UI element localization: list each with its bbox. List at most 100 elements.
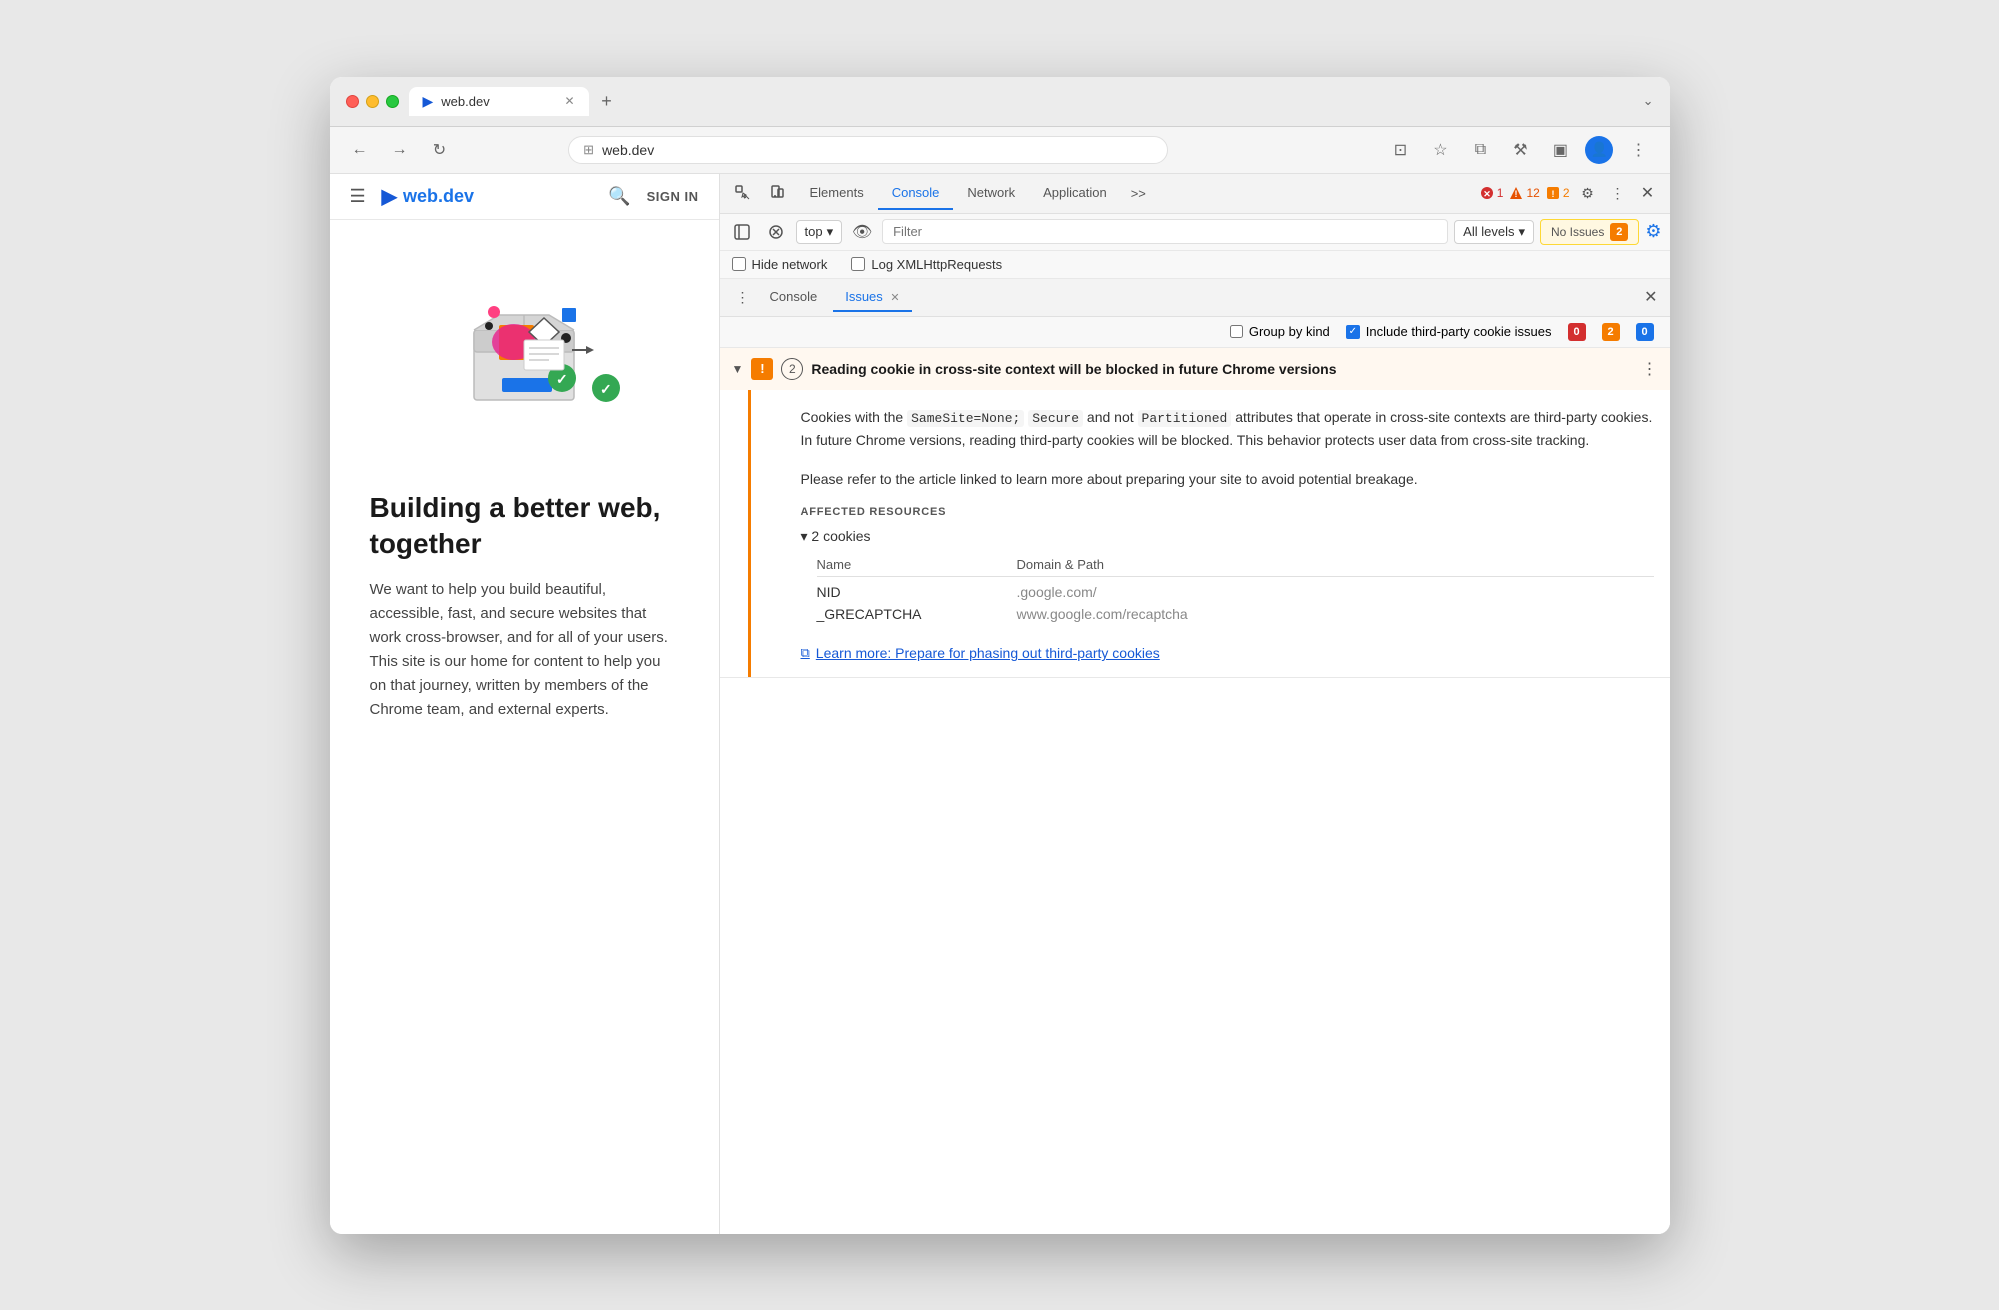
cookie-row-grecaptcha: _GRECAPTCHA www.google.com/recaptcha (817, 603, 1654, 625)
url-text: web.dev (602, 142, 654, 158)
code-partitioned: Partitioned (1138, 410, 1232, 427)
tab-bar: ▶ web.dev ✕ + (409, 87, 1633, 116)
drawer-options-icon[interactable]: ⋮ (732, 285, 754, 310)
log-levels-dropdown[interactable]: All levels ▾ (1454, 220, 1534, 244)
cookies-table: Name Domain & Path NID .google.com/ _GRE… (817, 553, 1654, 625)
url-bar[interactable]: ⊞ web.dev (568, 136, 1168, 164)
devtools-tabs: Elements Console Network Application >> (796, 177, 1476, 210)
more-tabs-button[interactable]: >> (1121, 178, 1156, 209)
sidebar-toggle-button[interactable] (728, 218, 756, 246)
forward-button[interactable]: → (386, 136, 414, 164)
extensions-icon[interactable]: ⧉ (1465, 135, 1495, 165)
back-button[interactable]: ← (346, 136, 374, 164)
group-by-kind-group: Group by kind (1230, 324, 1330, 339)
hamburger-menu-icon[interactable]: ☰ (350, 186, 366, 207)
close-drawer-icon[interactable]: ✕ (1644, 287, 1657, 307)
devtools-panel: Elements Console Network Application >> (720, 174, 1670, 1234)
refresh-button[interactable]: ↻ (426, 136, 454, 164)
hide-network-label[interactable]: Hide network (732, 257, 828, 272)
learn-more-link[interactable]: ⧉ Learn more: Prepare for phasing out th… (801, 645, 1654, 661)
col-name-header: Name (817, 557, 1017, 572)
sign-in-button[interactable]: SIGN IN (647, 189, 699, 204)
expand-arrow-icon[interactable]: ▼ (732, 362, 744, 376)
issues-tab-close-icon[interactable]: ✕ (890, 292, 899, 304)
clear-console-button[interactable] (762, 218, 790, 246)
hide-network-checkbox[interactable] (732, 257, 746, 271)
issue-more-options-icon[interactable]: ⋮ (1642, 359, 1658, 379)
active-tab[interactable]: ▶ web.dev ✕ (409, 87, 589, 116)
profile-avatar[interactable]: 👤 (1585, 136, 1613, 164)
log-levels-label: All levels (1463, 224, 1514, 239)
cookie-name-nid: NID (817, 584, 1017, 600)
site-logo: ▶ web.dev (382, 184, 474, 209)
maximize-button[interactable] (386, 95, 399, 108)
devtools-more-icon[interactable]: ⋮ (1604, 179, 1632, 207)
third-party-label: Include third-party cookie issues (1366, 324, 1552, 339)
issue-title: Reading cookie in cross-site context wil… (811, 361, 1633, 377)
third-party-checkbox[interactable]: ✓ (1346, 325, 1360, 339)
sidebar-toggle-icon[interactable]: ▣ (1545, 135, 1575, 165)
filter-input[interactable] (882, 219, 1448, 244)
no-issues-button[interactable]: No Issues 2 (1540, 219, 1639, 245)
issue-item: ▼ ! 2 Reading cookie in cross-site conte… (720, 348, 1670, 679)
cookies-toggle[interactable]: ▾ 2 cookies (801, 528, 1654, 545)
error-icon: ✕ (1480, 186, 1494, 200)
devtools-close-icon[interactable]: ✕ (1634, 179, 1662, 207)
devtools-main-toolbar: Elements Console Network Application >> (720, 174, 1670, 214)
svg-text:!: ! (1515, 189, 1518, 199)
svg-text:✕: ✕ (1483, 189, 1491, 199)
browser-window: ▶ web.dev ✕ + ⌄ ← → ↻ ⊞ web.dev ⊡ ☆ ⧉ ⚒ … (330, 77, 1670, 1234)
log-levels-arrow: ▾ (1518, 224, 1525, 240)
issues-tab-bar: ⋮ Console Issues ✕ ✕ (720, 279, 1670, 317)
device-toolbar-icon[interactable] (762, 178, 792, 208)
hide-network-row: Hide network Log XMLHttpRequests (720, 251, 1670, 279)
tab-application[interactable]: Application (1029, 177, 1121, 210)
tab-console[interactable]: Console (878, 177, 954, 210)
issue-count-badge: 2 (781, 358, 803, 380)
close-button[interactable] (346, 95, 359, 108)
window-controls-icon[interactable]: ⌄ (1643, 93, 1654, 109)
col-domain-header: Domain & Path (1017, 557, 1654, 572)
issues-content: ▼ ! 2 Reading cookie in cross-site conte… (720, 348, 1670, 1234)
context-dropdown[interactable]: top ▾ (796, 220, 843, 244)
hero-illustration-container: ✓ ✓ (330, 220, 719, 440)
issue-header[interactable]: ▼ ! 2 Reading cookie in cross-site conte… (720, 348, 1670, 390)
tab-elements[interactable]: Elements (796, 177, 878, 210)
website-hero: Building a better web, together We want … (330, 440, 719, 753)
group-by-kind-checkbox[interactable] (1230, 325, 1243, 338)
devtools-settings-icon[interactable]: ⚙ (1574, 179, 1602, 207)
context-value: top (805, 224, 823, 239)
traffic-lights (346, 95, 399, 108)
inspect-element-icon[interactable] (728, 178, 758, 208)
site-logo-text: web.dev (403, 186, 474, 207)
bookmark-icon[interactable]: ☆ (1425, 135, 1455, 165)
console-settings-icon[interactable]: ⚙ (1645, 221, 1661, 242)
drawer-issues-tab[interactable]: Issues ✕ (833, 283, 911, 312)
log-xmlhttp-label[interactable]: Log XMLHttpRequests (851, 257, 1002, 272)
code-secure: Secure (1028, 410, 1083, 427)
main-content: ☰ ▶ web.dev 🔍 SIGN IN (330, 174, 1670, 1234)
site-search-icon[interactable]: 🔍 (608, 186, 630, 207)
code-samesite: SameSite=None; (907, 410, 1024, 427)
error-badge: ✕ 1 (1480, 186, 1504, 200)
minimize-button[interactable] (366, 95, 379, 108)
drawer-console-tab[interactable]: Console (758, 283, 830, 312)
log-xmlhttp-checkbox[interactable] (851, 257, 865, 271)
issue-description-2: Please refer to the article linked to le… (801, 468, 1654, 490)
devtools-action-icons: ⚙ ⋮ ✕ (1574, 179, 1662, 207)
cast-icon[interactable]: ⊡ (1385, 135, 1415, 165)
cookies-table-header: Name Domain & Path (817, 553, 1654, 577)
cookie-row-nid: NID .google.com/ (817, 581, 1654, 603)
issue-body: Cookies with the SameSite=None; Secure a… (748, 390, 1670, 678)
affected-resources-label: AFFECTED RESOURCES (801, 506, 1654, 518)
tab-network[interactable]: Network (953, 177, 1029, 210)
devtools-icon[interactable]: ⚒ (1505, 135, 1535, 165)
issues-count-badge: 2 (1610, 223, 1628, 241)
cookie-domain-nid: .google.com/ (1017, 584, 1654, 600)
live-expressions-icon[interactable]: 👁 (848, 218, 876, 246)
status-badges: ✕ 1 ! 12 ! 2 (1480, 186, 1570, 200)
no-issues-label: No Issues (1551, 225, 1604, 239)
menu-icon[interactable]: ⋮ (1623, 135, 1653, 165)
new-tab-button[interactable]: + (593, 87, 621, 115)
tab-close-icon[interactable]: ✕ (564, 94, 574, 108)
